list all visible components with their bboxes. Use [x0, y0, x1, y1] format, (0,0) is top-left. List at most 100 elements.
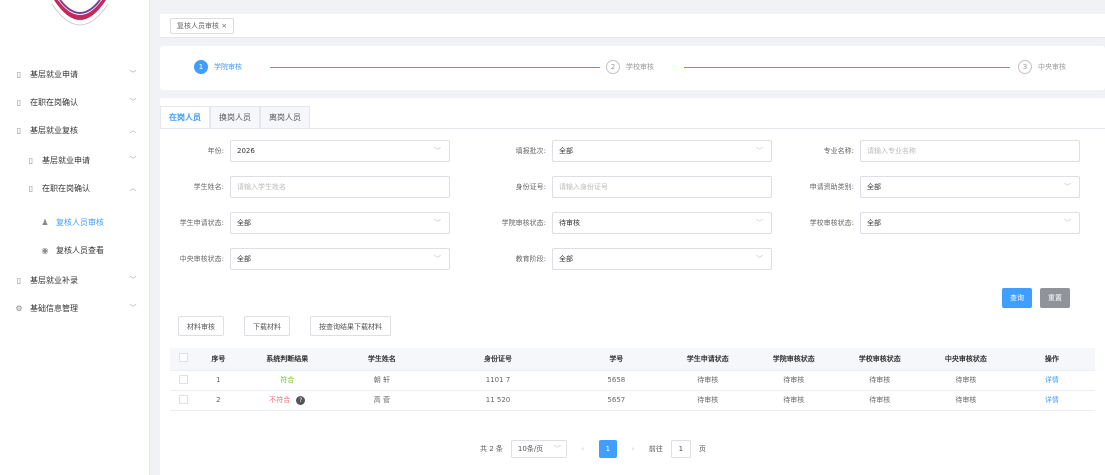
result-text: 不符合 — [269, 396, 291, 404]
sidebar-item[interactable]: ◉ 复核人员查看 — [0, 240, 150, 260]
student-status-select[interactable]: 全部 ﹀ — [230, 212, 450, 234]
cell-name: 高 菅 — [335, 390, 429, 411]
chevron-down-icon: ﹀ — [434, 219, 441, 227]
sidebar-item[interactable]: ▯ 基层就业申请 ﹀ — [0, 64, 150, 84]
eye-icon: ◉ — [41, 245, 49, 255]
sidebar-item[interactable]: ▯ 基层就业补录 ﹀ — [0, 270, 150, 290]
download-materials-button[interactable]: 下载材料 — [244, 316, 290, 336]
cell-status: 待审核 — [922, 390, 1009, 411]
step-number: 1 — [194, 60, 208, 74]
reset-button[interactable]: 重置 — [1040, 288, 1070, 308]
prev-page-icon[interactable]: ‹ — [575, 445, 591, 453]
column-header: 中央审核状态 — [922, 348, 1009, 371]
sidebar-item[interactable]: ▯ 在职在岗确认 ﹀ — [0, 92, 150, 112]
column-header: 学院审核状态 — [750, 348, 837, 371]
row-checkbox[interactable] — [179, 394, 189, 404]
download-by-query-button[interactable]: 按查询结果下载材料 — [310, 316, 391, 336]
select-value: 全部 — [237, 219, 251, 227]
central-status-select[interactable]: 全部 ﹀ — [230, 248, 450, 270]
sidebar-item[interactable]: ▯ 基层就业复核 ︿ — [0, 120, 150, 140]
chevron-icon: ﹀ — [129, 70, 137, 78]
id-number-input[interactable]: 请输入身份证号 — [552, 176, 772, 198]
column-header: 学号 — [567, 348, 665, 371]
cell-result: 符合 — [238, 370, 336, 391]
select-value: 全部 — [867, 183, 881, 191]
doc-icon: ▯ — [28, 155, 34, 165]
filter-label: 专业名称: — [823, 147, 854, 155]
tab-transferred[interactable]: 换岗人员 — [210, 106, 260, 128]
chevron-down-icon: ﹀ — [756, 147, 763, 155]
select-value: 10条/页 — [517, 445, 544, 453]
gear-icon: ⚙ — [15, 303, 23, 313]
filter-label: 身份证号: — [515, 183, 546, 191]
details-link[interactable]: 详情 — [1008, 370, 1095, 391]
sidebar: ▯ 基层就业申请 ﹀ ▯ 在职在岗确认 ﹀ ▯ 基层就业复核 ︿ ▯ 基层就业申请 ﹀ ▯ 在职在岗确认 ︿… — [0, 0, 150, 475]
doc-icon: ▯ — [16, 97, 22, 107]
doc-icon: ▯ — [28, 183, 34, 193]
cell-sid: 5658 — [567, 370, 665, 391]
filter-label: 学校审核状态: — [809, 219, 854, 227]
doc-icon: ▯ — [16, 275, 22, 285]
student-name-input[interactable]: 请输入学生姓名 — [230, 176, 450, 198]
search-button[interactable]: 查询 — [1002, 288, 1032, 308]
column-header: 学校审核状态 — [836, 348, 923, 371]
details-link[interactable]: 详情 — [1008, 390, 1095, 411]
review-materials-button[interactable]: 材料审核 — [178, 316, 224, 336]
page-number-current[interactable]: 1 — [598, 440, 617, 458]
step-number: 3 — [1018, 60, 1032, 74]
tab-on-duty[interactable]: 在岗人员 — [160, 106, 210, 128]
filter-batch: 填报批次: 全部 ﹀ — [482, 140, 772, 162]
question-icon[interactable]: ? — [296, 396, 306, 405]
row-checkbox-cell[interactable] — [170, 390, 198, 411]
cell-status: 待审核 — [750, 390, 837, 411]
edu-stage-select[interactable]: 全部 ﹀ — [552, 248, 772, 270]
cell-status: 待审核 — [750, 370, 837, 391]
chevron-icon: ﹀ — [129, 304, 137, 312]
row-checkbox-cell[interactable] — [170, 370, 198, 391]
next-page-icon[interactable]: › — [625, 445, 641, 453]
sidebar-item[interactable]: ♟ 复核人员审核 — [0, 212, 150, 232]
select-value: 全部 — [559, 147, 573, 155]
tab-review-personnel[interactable]: 复核人员审核 × — [170, 18, 235, 34]
tabs-divider — [160, 128, 1105, 129]
page-unit: 页 — [698, 445, 706, 453]
sidebar-item[interactable]: ⚙ 基础信息管理 ﹀ — [0, 298, 150, 318]
person-icon: ♟ — [41, 217, 49, 227]
aid-type-select[interactable]: 全部 ﹀ — [860, 176, 1080, 198]
tab-departed[interactable]: 离岗人员 — [260, 106, 310, 128]
filter-major: 专业名称: 请输入专业名称 — [790, 140, 1080, 162]
cell-id: 11 520 — [428, 390, 568, 411]
sidebar-item-label: 在职在岗确认 — [42, 183, 90, 193]
filter-label: 学生姓名: — [193, 183, 224, 191]
filter-student-status: 学生申请状态: 全部 ﹀ — [160, 212, 450, 234]
cell-status: 待审核 — [664, 370, 751, 391]
year-select[interactable]: 2026 ﹀ — [230, 140, 450, 162]
cell-result: 不符合? — [238, 390, 336, 411]
college-status-select[interactable]: 待审核 ﹀ — [552, 212, 772, 234]
batch-select[interactable]: 全部 ﹀ — [552, 140, 772, 162]
pagination: 共 2 条 10条/页 ﹀ ‹ 1 › 前往 1 页 — [480, 440, 714, 458]
step-college: 1 学院审核 — [194, 60, 242, 74]
filter-aid-type: 申请资助类别: 全部 ﹀ — [790, 176, 1080, 198]
filter-label: 填报批次: — [515, 147, 546, 155]
sidebar-item[interactable]: ▯ 在职在岗确认 ︿ — [0, 178, 150, 198]
filter-label: 中央审核状态: — [179, 255, 224, 263]
filter-label: 教育阶段: — [515, 255, 546, 263]
sidebar-item-label: 基层就业复核 — [30, 125, 78, 135]
header-checkbox[interactable] — [170, 348, 198, 371]
chevron-down-icon: ﹀ — [1064, 219, 1071, 227]
school-status-select[interactable]: 全部 ﹀ — [860, 212, 1080, 234]
major-input[interactable]: 请输入专业名称 — [860, 140, 1080, 162]
content-panel: 在岗人员 换岗人员 离岗人员 年份: 2026 ﹀ 填报批次: 全部 ﹀ 专业名称:… — [160, 98, 1105, 475]
goto-page-input[interactable]: 1 — [670, 440, 691, 458]
column-header: 序号 — [197, 348, 239, 371]
row-checkbox[interactable] — [179, 374, 189, 384]
chevron-down-icon: ﹀ — [756, 219, 763, 227]
page-size-select[interactable]: 10条/页 ﹀ — [510, 440, 567, 458]
select-value: 待审核 — [559, 219, 580, 227]
select-all-checkbox[interactable] — [179, 353, 189, 363]
sidebar-item[interactable]: ▯ 基层就业申请 ﹀ — [0, 150, 150, 170]
filter-label: 学院审核状态: — [501, 219, 546, 227]
chevron-down-icon: ﹀ — [756, 255, 763, 263]
step-connector — [684, 67, 1010, 68]
